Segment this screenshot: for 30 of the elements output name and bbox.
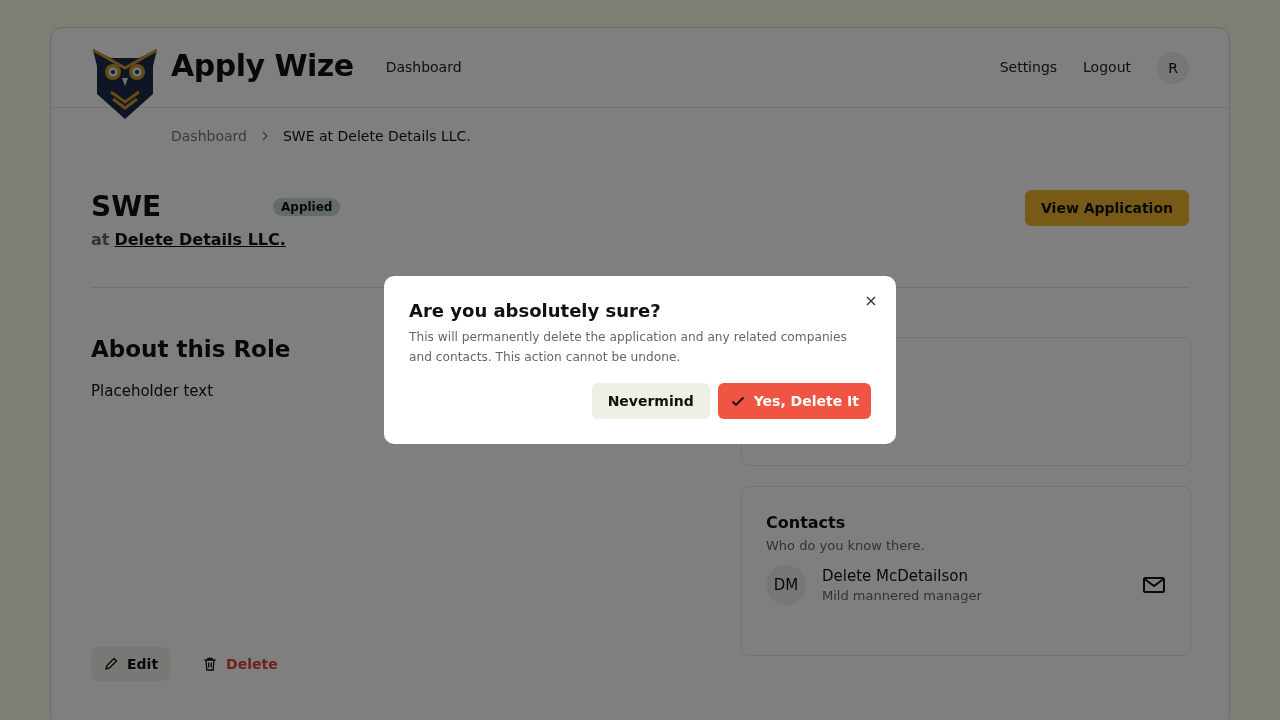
cancel-button[interactable]: Nevermind [591,383,710,419]
contacts-heading: Contacts [766,513,847,532]
close-icon[interactable] [864,294,878,308]
user-avatar[interactable]: R [1157,52,1189,84]
view-application-button[interactable]: View Application [1025,190,1189,226]
dialog-title: Are you absolutely sure? [409,300,662,321]
envelope-icon[interactable] [1142,575,1166,595]
delete-button[interactable]: Delete [190,647,290,681]
nav-link[interactable]: Dashboard [385,59,462,75]
chevron-right-icon [260,131,269,141]
contacts-subtitle: Who do you know there. [766,538,926,553]
job-title: SWE [91,190,163,223]
trash-icon [202,656,219,672]
header-link[interactable]: Settings [999,59,1058,75]
brand-name: Apply Wize [171,48,354,83]
role-description: Placeholder text [91,382,215,400]
contact-avatar: DM [766,565,806,605]
confirm-delete-button[interactable]: Yes, Delete It [717,383,871,419]
edit-button[interactable]: Edit [91,647,171,681]
contact-name: Delete McDetailson [822,567,969,585]
header-link[interactable]: Logout [1083,59,1131,75]
breadcrumb-link[interactable]: Dashboard [171,128,247,144]
breadcrumb-link[interactable]: SWE at Delete Details LLC. [282,128,471,144]
section-heading: About this Role [91,336,291,362]
pencil-icon [103,656,119,672]
dialog-message: This will permanently delete the application and any related companies and contacts. This action cannot be undone. [409,329,848,366]
at-label: at [91,230,110,249]
status-badge: Applied [273,198,341,216]
company-link[interactable]: Delete Details LLC. [114,230,286,249]
contact-role: Mild mannered manager [822,588,982,603]
